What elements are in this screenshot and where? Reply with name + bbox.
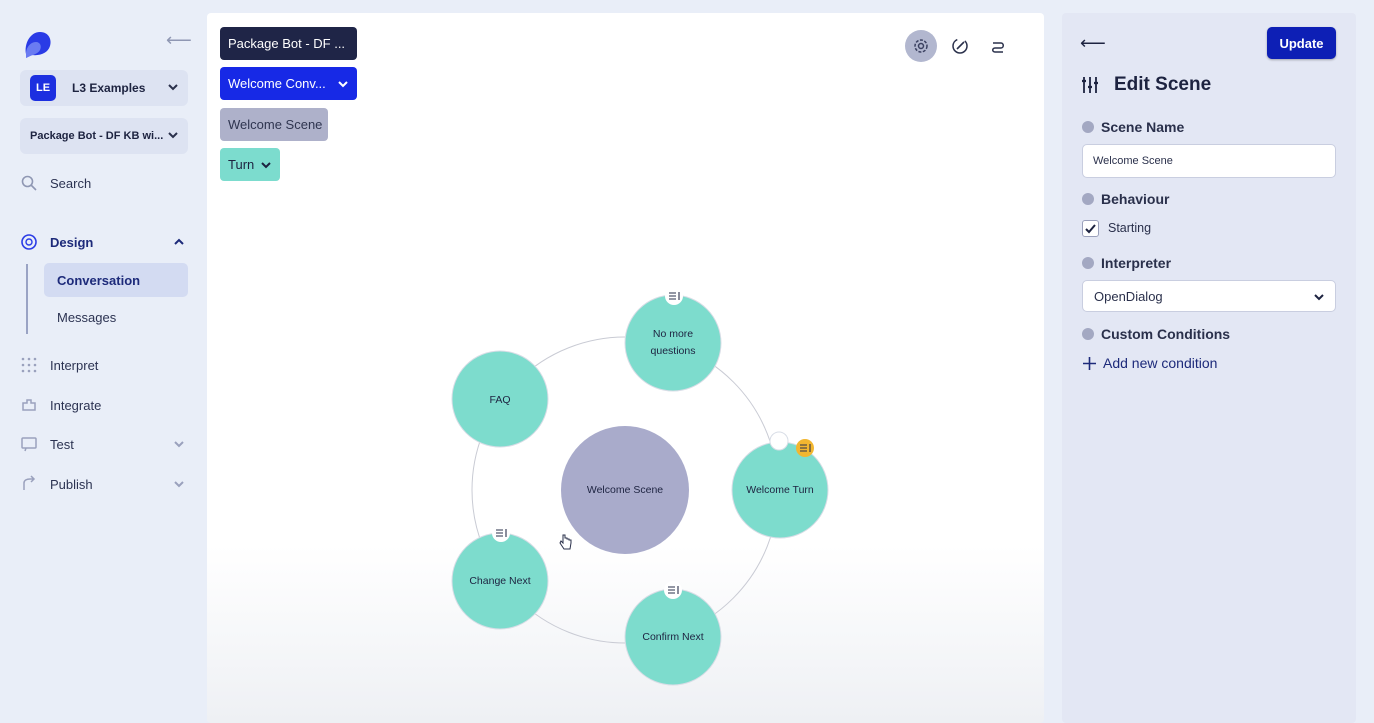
add-condition-label: Add new condition — [1103, 355, 1218, 371]
sidebar-item-label: Test — [50, 436, 74, 452]
field-label-text: Behaviour — [1101, 191, 1170, 207]
plus-icon — [1083, 356, 1096, 370]
behaviour-label: Behaviour — [1082, 190, 1169, 208]
scene-name-input[interactable] — [1082, 144, 1336, 178]
checkmark-icon — [1085, 223, 1096, 233]
design-icon — [21, 234, 37, 250]
add-condition-button[interactable]: Add new condition — [1082, 353, 1217, 373]
sidebar-subitem-messages[interactable]: Messages — [44, 300, 188, 334]
chevron-down-icon — [168, 84, 178, 91]
scene-graph — [451, 287, 829, 686]
turn-node-label: Change Next — [469, 574, 531, 587]
search-icon — [21, 175, 37, 191]
chevron-down-icon — [168, 132, 178, 139]
starting-label: Starting — [1108, 221, 1152, 235]
starting-checkbox[interactable] — [1082, 219, 1099, 237]
field-dot-icon — [1082, 257, 1094, 269]
field-dot-icon — [1082, 193, 1094, 205]
starting-checkbox-row[interactable]: Starting — [1082, 219, 1151, 237]
intent-list-icon[interactable] — [664, 581, 682, 599]
sidebar-item-label: Publish — [50, 476, 93, 492]
panel-title-text: Edit Scene — [1114, 74, 1212, 95]
sidebar-item-test[interactable]: Test — [20, 432, 184, 456]
sidebar-item-label: Integrate — [50, 397, 102, 413]
interpreter-select[interactable]: OpenDialog — [1082, 280, 1336, 312]
collapse-sidebar-icon[interactable]: ⟵ — [166, 30, 192, 50]
update-button[interactable]: Update — [1267, 27, 1336, 59]
test-icon — [21, 437, 37, 452]
sidebar: ⟵ LE L3 Examples Package Bot - DF KB wi.… — [0, 0, 206, 723]
panel-title: Edit Scene — [1080, 73, 1211, 97]
custom-conditions-label: Custom Conditions — [1082, 325, 1230, 343]
highlight-intent-icon[interactable] — [796, 439, 814, 457]
turn-node-label: Confirm Next — [642, 630, 704, 643]
interpreter-value: OpenDialog — [1094, 288, 1163, 304]
workspace-label: L3 Examples — [72, 81, 146, 95]
sidebar-item-interpret[interactable]: Interpret — [20, 353, 98, 377]
chevron-down-icon[interactable] — [172, 437, 186, 451]
interpret-icon — [21, 357, 37, 373]
opendialog-logo[interactable] — [22, 28, 54, 60]
edit-scene-panel: ⟵ Update Edit Scene Scene Name Behaviour… — [1062, 13, 1356, 723]
workspace-badge: LE — [30, 75, 56, 101]
turn-node-label: Welcome Turn — [746, 483, 814, 496]
sidebar-item-label: Search — [50, 175, 92, 191]
start-marker-icon[interactable] — [769, 431, 789, 451]
submenu-line — [26, 264, 28, 334]
design-canvas[interactable]: Package Bot - DF ... Welcome Conv... Wel… — [207, 13, 1044, 723]
scene-node-label: Welcome Scene — [586, 483, 664, 496]
turn-node-label: FAQ — [489, 393, 511, 406]
intent-list-icon[interactable] — [492, 524, 510, 542]
turn-node-label: No more questions — [650, 328, 696, 357]
intent-list-icon[interactable] — [665, 287, 683, 305]
collapse-panel-icon[interactable]: ⟵ — [1080, 33, 1106, 53]
sidebar-item-publish[interactable]: Publish — [20, 472, 184, 496]
field-label-text: Interpreter — [1101, 255, 1172, 271]
publish-icon — [23, 475, 36, 490]
chevron-up-icon[interactable] — [172, 235, 186, 249]
chevron-down-icon — [1314, 294, 1324, 301]
field-label-text: Custom Conditions — [1101, 326, 1231, 342]
sidebar-subitem-conversation[interactable]: Conversation — [44, 263, 188, 297]
chevron-down-icon[interactable] — [172, 477, 186, 491]
bot-selector-label: Package Bot - DF KB wi... — [30, 130, 164, 142]
sliders-icon — [1082, 77, 1098, 93]
interpreter-label: Interpreter — [1082, 254, 1171, 272]
sidebar-item-search[interactable]: Search — [20, 171, 91, 195]
field-dot-icon — [1082, 328, 1094, 340]
hand-cursor-icon — [559, 534, 572, 550]
sidebar-item-design[interactable]: Design — [20, 230, 184, 254]
bot-selector[interactable]: Package Bot - DF KB wi... — [20, 118, 188, 154]
sidebar-item-label: Design — [50, 234, 94, 250]
workspace-selector[interactable]: LE L3 Examples — [20, 70, 188, 106]
field-dot-icon — [1082, 121, 1094, 133]
scene-name-label: Scene Name — [1082, 118, 1184, 136]
field-label-text: Scene Name — [1101, 119, 1185, 135]
integrate-icon — [22, 399, 36, 411]
sidebar-item-label: Interpret — [50, 357, 99, 373]
sidebar-item-integrate[interactable]: Integrate — [20, 393, 101, 417]
